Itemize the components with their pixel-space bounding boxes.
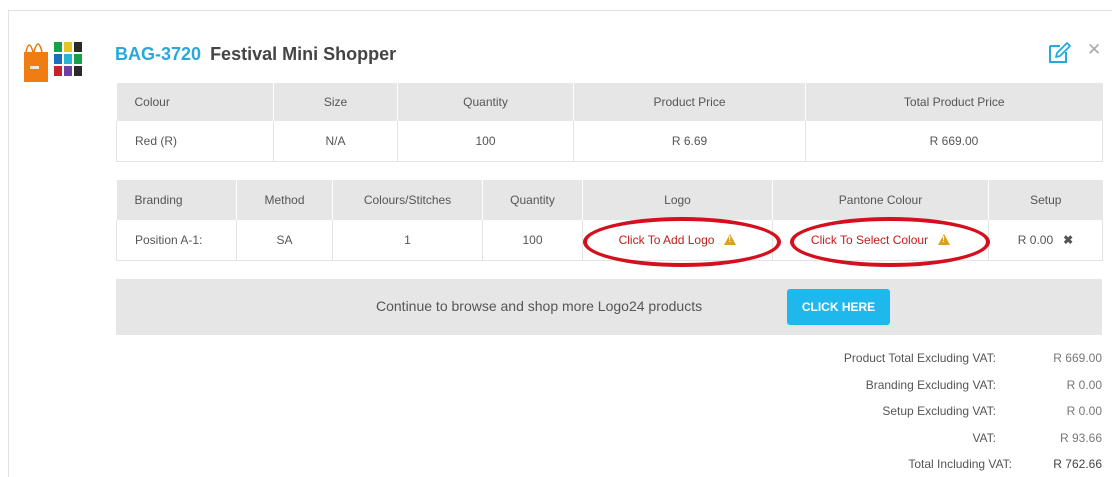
cell-quantity: 100 [482, 220, 583, 261]
header-product-price: Product Price [573, 83, 806, 121]
warning-icon [724, 233, 737, 245]
cell-quantity: 100 [397, 121, 574, 162]
cell-colours: 1 [332, 220, 483, 261]
browse-text: Continue to browse and shop more Logo24 … [376, 298, 703, 314]
header-branding: Branding [116, 180, 237, 220]
cell-method: SA [236, 220, 333, 261]
total-row-branding: Branding Excluding VAT: R 0.00 [600, 375, 1102, 402]
header-logo: Logo [582, 180, 773, 220]
cell-logo: Click To Add Logo [582, 220, 773, 261]
header-pantone-colour: Pantone Colour [772, 180, 989, 220]
table-row: Red (R) N/A 100 R 6.69 R 669.00 [116, 121, 1103, 162]
header-size: Size [273, 83, 398, 121]
totals-summary: Product Total Excluding VAT: R 669.00 Br… [600, 348, 1102, 477]
total-value: R 762.66 [1053, 457, 1102, 471]
product-table-header: Colour Size Quantity Product Price Total… [116, 83, 1103, 121]
cell-size: N/A [273, 121, 398, 162]
total-label: Setup Excluding VAT: [882, 404, 996, 418]
total-value: R 93.66 [1059, 430, 1102, 445]
branding-table: Branding Method Colours/Stitches Quantit… [116, 180, 1103, 261]
total-value: R 0.00 [1066, 404, 1102, 418]
edit-icon[interactable] [1046, 40, 1072, 66]
close-icon[interactable]: ✕ [1087, 40, 1101, 60]
product-table: Colour Size Quantity Product Price Total… [116, 83, 1103, 162]
cell-product-price: R 6.69 [573, 121, 806, 162]
header-total-product-price: Total Product Price [805, 83, 1103, 121]
total-row-including-vat: Total Including VAT: R 762.66 [600, 454, 1102, 477]
product-title: BAG-3720 Festival Mini Shopper [115, 44, 396, 65]
warning-icon [938, 233, 951, 245]
select-colour-link[interactable]: Click To Select Colour [811, 233, 928, 247]
product-thumbnail [24, 42, 82, 82]
header-quantity: Quantity [397, 83, 574, 121]
header-colours-stitches: Colours/Stitches [332, 180, 483, 220]
total-label: Branding Excluding VAT: [865, 377, 996, 392]
cell-pantone: Click To Select Colour [772, 220, 989, 261]
setup-value: R 0.00 [1017, 232, 1054, 247]
total-label: Total Including VAT: [908, 457, 1012, 471]
browse-banner: Continue to browse and shop more Logo24 … [116, 279, 1102, 335]
total-label: VAT: [972, 430, 996, 445]
total-row-setup: Setup Excluding VAT: R 0.00 [600, 401, 1102, 428]
add-logo-link[interactable]: Click To Add Logo [619, 233, 715, 247]
header-colour: Colour [116, 83, 274, 121]
total-value: R 0.00 [1066, 377, 1102, 392]
product-name: Festival Mini Shopper [210, 44, 397, 64]
total-row-vat: VAT: R 93.66 [600, 428, 1102, 455]
header-method: Method [236, 180, 333, 220]
header-quantity: Quantity [482, 180, 583, 220]
total-value: R 669.00 [1053, 351, 1102, 365]
total-label: Product Total Excluding VAT: [843, 351, 996, 365]
header-setup: Setup [988, 180, 1103, 220]
remove-icon[interactable]: ✖ [1063, 233, 1073, 247]
product-code[interactable]: BAG-3720 [115, 44, 201, 64]
click-here-button[interactable]: CLICK HERE [787, 289, 890, 325]
cell-branding: Position A-1: [116, 220, 237, 261]
cell-total-product-price: R 669.00 [805, 121, 1103, 162]
branding-table-header: Branding Method Colours/Stitches Quantit… [116, 180, 1103, 220]
cell-setup: R 0.00 ✖ [988, 220, 1103, 261]
total-row-product: Product Total Excluding VAT: R 669.00 [600, 348, 1102, 375]
table-row: Position A-1: SA 1 100 Click To Add Logo… [116, 220, 1103, 261]
cell-colour: Red (R) [116, 121, 274, 162]
